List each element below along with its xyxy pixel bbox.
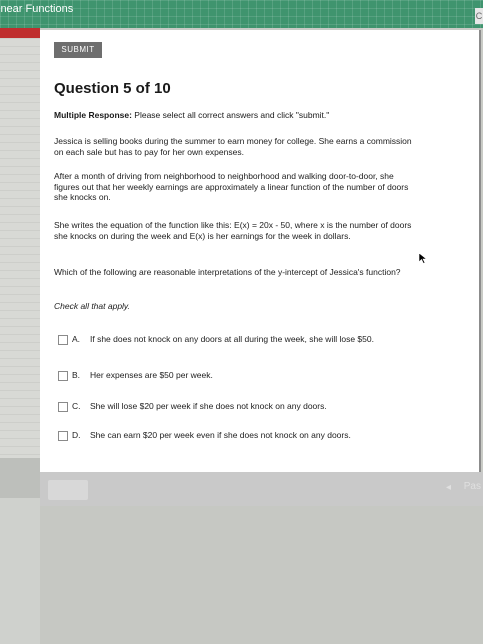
option-c-text: She will lose $20 per week if she does n… xyxy=(90,401,327,411)
question-paragraph-4: Which of the following are reasonable in… xyxy=(54,267,401,277)
left-sidebar-lines xyxy=(0,38,40,458)
submit-button[interactable]: SUBMIT xyxy=(54,42,102,58)
option-a-text: If she does not knock on any doors at al… xyxy=(90,334,374,344)
previous-arrow-icon[interactable]: ◂ xyxy=(446,482,451,493)
option-d-checkbox[interactable] xyxy=(58,431,68,441)
left-sidebar-block xyxy=(0,458,40,498)
option-d-letter: D. xyxy=(72,430,81,440)
option-a-checkbox[interactable] xyxy=(58,335,68,345)
window-title: inear Functions xyxy=(0,3,74,15)
question-paragraph-1: Jessica is selling books during the summ… xyxy=(54,136,412,157)
instruction: Multiple Response: Please select all cor… xyxy=(54,110,329,120)
option-b-checkbox[interactable] xyxy=(58,371,68,381)
option-d-text: She can earn $20 per week even if she do… xyxy=(90,430,351,440)
question-title: Question 5 of 10 xyxy=(54,80,171,97)
pass-button[interactable]: Pas xyxy=(464,481,481,492)
option-c-checkbox[interactable] xyxy=(58,402,68,412)
option-b-text: Her expenses are $50 per week. xyxy=(90,370,213,380)
left-sidebar-lower xyxy=(0,498,40,644)
instruction-lead: Multiple Response: xyxy=(54,110,132,120)
top-bar: inear Functions C xyxy=(0,0,483,28)
arrow-cursor-icon xyxy=(418,252,428,264)
left-sidebar-header xyxy=(0,28,40,38)
instruction-text: Please select all correct answers and cl… xyxy=(131,110,330,120)
panel-border xyxy=(479,30,481,472)
print-button[interactable] xyxy=(48,480,88,500)
corner-tab[interactable]: C xyxy=(475,8,483,24)
option-c-letter: C. xyxy=(72,401,81,411)
bottom-bar: ◂ Pas xyxy=(40,472,483,506)
question-paragraph-2: After a month of driving from neighborho… xyxy=(54,171,409,202)
question-paragraph-3: She writes the equation of the function … xyxy=(54,220,412,241)
lower-background xyxy=(40,506,483,644)
left-sidebar xyxy=(0,28,40,644)
question-panel: SUBMIT Question 5 of 10 Multiple Respons… xyxy=(40,30,481,472)
option-b-letter: B. xyxy=(72,370,81,380)
option-a-letter: A. xyxy=(72,334,81,344)
check-all-note: Check all that apply. xyxy=(54,301,130,311)
